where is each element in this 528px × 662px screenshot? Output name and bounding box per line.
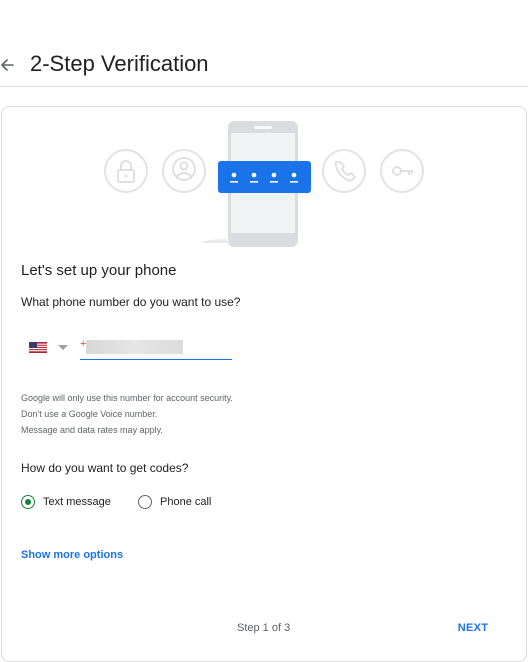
country-select[interactable] (24, 337, 72, 357)
redacted-phone-number (86, 340, 183, 354)
chevron-down-icon (58, 345, 68, 350)
codes-question: How do you want to get codes? (21, 461, 189, 475)
phone-icon (322, 149, 366, 193)
page-title: 2-Step Verification (30, 51, 209, 76)
setup-title: Let's set up your phone (21, 262, 177, 279)
illustration (2, 107, 526, 257)
key-icon (380, 149, 424, 193)
lock-icon (104, 149, 148, 193)
header: 2-Step Verification (0, 0, 528, 87)
show-more-options-link[interactable]: Show more options (21, 549, 123, 561)
phone-number-input[interactable]: + (80, 337, 232, 360)
note-line: Message and data rates may apply. (21, 425, 163, 435)
back-arrow-icon[interactable] (0, 54, 16, 76)
note-line: Don't use a Google Voice number. (21, 409, 158, 419)
phone-call-label: Phone call (160, 496, 212, 508)
next-button[interactable]: NEXT (450, 615, 496, 641)
phone-call-radio-option[interactable]: Phone call (138, 492, 211, 512)
note-line: Google will only use this number for acc… (21, 393, 233, 403)
phone-notes: Google will only use this number for acc… (21, 390, 233, 438)
text-message-label: Text message (43, 496, 111, 508)
person-icon (162, 149, 206, 193)
text-message-radio[interactable] (21, 495, 35, 509)
phone-call-radio[interactable] (138, 495, 152, 509)
step-indicator: Step 1 of 3 (237, 622, 291, 634)
us-flag-icon (29, 342, 47, 353)
text-message-radio-option[interactable]: Text message (21, 492, 111, 512)
phone-device-illustration (200, 121, 311, 247)
phone-question: What phone number do you want to use? (21, 295, 241, 309)
setup-card: Let's set up your phone What phone numbe… (1, 106, 527, 662)
